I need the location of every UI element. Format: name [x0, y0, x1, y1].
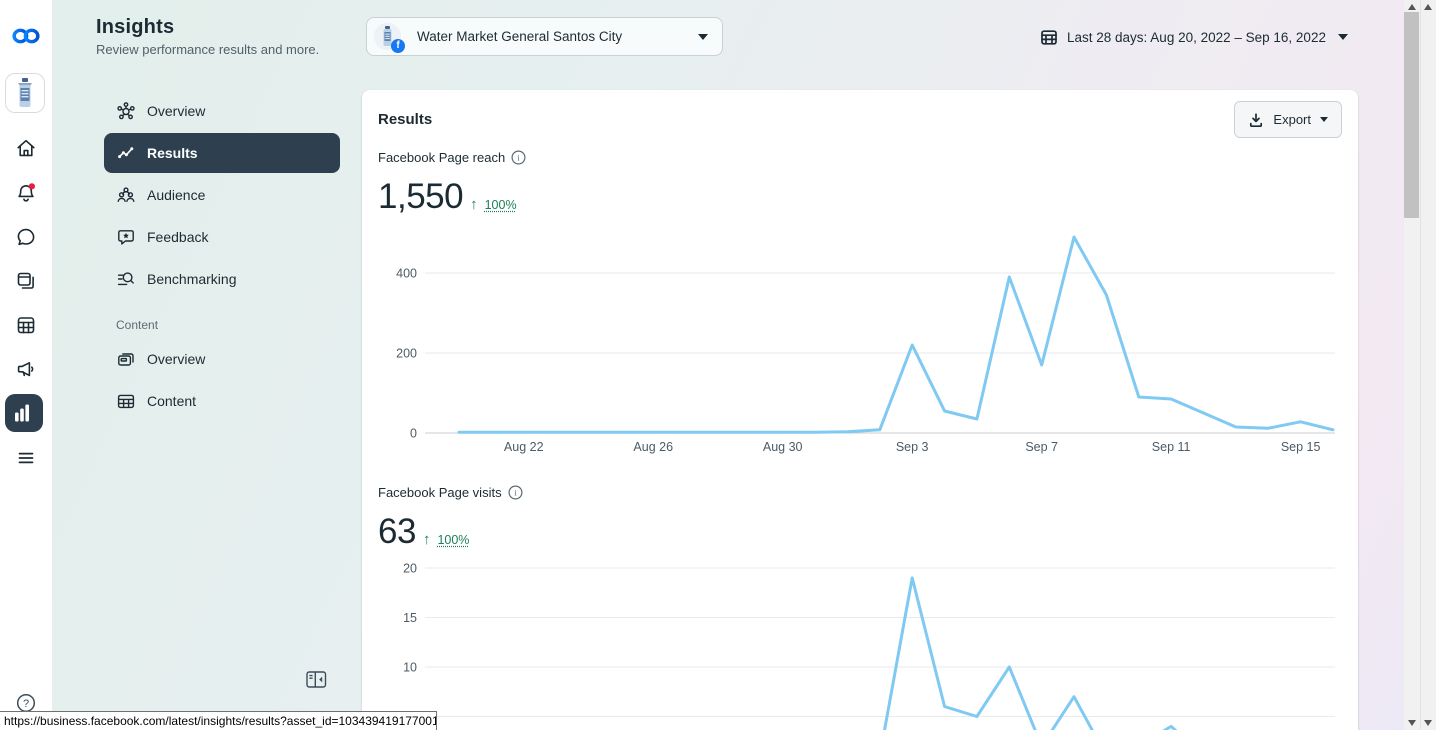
page-title: Insights [96, 16, 174, 39]
benchmarking-search-icon [116, 269, 136, 289]
results-card-title: Results [378, 111, 432, 128]
svg-text:20: 20 [403, 562, 417, 576]
metric-visits-label: Facebook Page visits i [378, 485, 523, 500]
svg-text:200: 200 [396, 347, 417, 361]
overview-network-icon [116, 101, 136, 121]
visits-total: 63 [378, 513, 416, 551]
sidebar-item-label: Feedback [147, 229, 208, 245]
date-range-picker[interactable]: Last 28 days: Aug 20, 2022 – Sep 16, 202… [1040, 24, 1348, 50]
svg-text:Aug 22: Aug 22 [504, 440, 544, 454]
svg-text:i: i [514, 488, 517, 498]
visits-change-link[interactable]: 100% [437, 530, 469, 551]
left-toolbar-rail: ? [0, 0, 52, 730]
date-range-label: Last 28 days: Aug 20, 2022 – Sep 16, 202… [1067, 30, 1326, 45]
export-label: Export [1273, 112, 1311, 127]
scroll-down-arrow[interactable] [1408, 720, 1416, 726]
sidebar-item-content-overview[interactable]: Overview [104, 339, 340, 379]
svg-text:Sep 7: Sep 7 [1025, 440, 1058, 454]
ads-megaphone-icon[interactable] [0, 349, 52, 389]
sidebar-item-label: Overview [147, 351, 205, 367]
page-visits-info-icon[interactable]: i [508, 485, 523, 500]
sidebar-item-label: Overview [147, 103, 205, 119]
page-selector-label: Water Market General Santos City [417, 29, 698, 44]
reach-total: 1,550 [378, 178, 463, 216]
trend-up-arrow-icon: ↑ [470, 194, 478, 216]
svg-text:15: 15 [403, 611, 417, 625]
sidebar-item-label: Benchmarking [147, 271, 237, 287]
messaging-chat-icon[interactable] [0, 217, 52, 257]
chevron-down-icon [1338, 34, 1348, 40]
svg-text:Sep 11: Sep 11 [1152, 440, 1191, 454]
svg-text:0: 0 [410, 427, 417, 441]
metric-reach-value: 1,550 ↑ 100% [378, 178, 517, 216]
svg-text:?: ? [23, 698, 29, 710]
insights-nav: Overview Results Audience [104, 91, 340, 423]
scroll-down-arrow[interactable] [1424, 720, 1432, 726]
page-avatar: f [374, 23, 401, 50]
page-reach-info-icon[interactable]: i [511, 150, 526, 165]
sidebar-item-label: Audience [147, 187, 205, 203]
inner-scrollbar-thumb[interactable] [1404, 12, 1419, 218]
sidebar-item-results[interactable]: Results [104, 133, 340, 173]
svg-text:Sep 15: Sep 15 [1281, 440, 1321, 454]
sidebar-item-audience[interactable]: Audience [104, 175, 340, 215]
scroll-up-arrow[interactable] [1408, 4, 1416, 10]
page-selector-dropdown[interactable]: f Water Market General Santos City [366, 17, 723, 56]
content-section-label: Content [116, 318, 340, 332]
metric-reach-label: Facebook Page reach i [378, 150, 526, 165]
home-icon[interactable] [0, 128, 52, 168]
sidebar-item-feedback[interactable]: Feedback [104, 217, 340, 257]
chevron-down-icon [1320, 117, 1328, 122]
page-reach-chart: 0 200 400 Aug 22 Aug 26 Aug 30 Sep 3 Sep 7 Sep 1… [362, 225, 1358, 460]
calendar-icon [1040, 28, 1058, 46]
sidebar-item-overview[interactable]: Overview [104, 91, 340, 131]
svg-text:Aug 26: Aug 26 [633, 440, 673, 454]
content-overview-cards-icon [116, 349, 136, 369]
svg-text:i: i [518, 153, 521, 163]
sidebar-item-label: Results [147, 145, 198, 161]
meta-logo [0, 16, 52, 56]
svg-text:10: 10 [403, 661, 417, 675]
sidebar-item-content[interactable]: Content [104, 381, 340, 421]
results-trend-icon [116, 143, 136, 163]
browser-status-url: https://business.facebook.com/latest/ins… [0, 711, 437, 730]
all-tools-menu-icon[interactable] [0, 438, 52, 478]
svg-text:400: 400 [396, 267, 417, 281]
collapse-sidebar-icon[interactable] [306, 671, 327, 688]
page-visits-chart: 5101520 [362, 555, 1358, 730]
business-avatar[interactable] [5, 73, 45, 113]
notifications-bell-icon[interactable] [0, 173, 52, 213]
notification-dot [29, 183, 35, 189]
scroll-up-arrow[interactable] [1424, 4, 1432, 10]
sidebar-item-benchmarking[interactable]: Benchmarking [104, 259, 340, 299]
metric-visits-value: 63 ↑ 100% [378, 513, 469, 551]
page-subtitle: Review performance results and more. [96, 42, 319, 57]
planner-calendar-icon[interactable] [0, 305, 52, 345]
svg-text:Sep 3: Sep 3 [896, 440, 929, 454]
results-card: Results Export Facebook Page reach i 1,5… [362, 90, 1358, 730]
sidebar-item-label: Content [147, 393, 196, 409]
svg-text:Aug 30: Aug 30 [763, 440, 803, 454]
reach-change-link[interactable]: 100% [485, 195, 517, 216]
audience-people-icon [116, 185, 136, 205]
posts-icon[interactable] [0, 261, 52, 301]
content-table-icon [116, 391, 136, 411]
trend-up-arrow-icon: ↑ [423, 529, 431, 551]
browser-scrollbar-track[interactable] [1420, 0, 1436, 730]
feedback-star-bubble-icon [116, 227, 136, 247]
chevron-down-icon [698, 34, 708, 40]
export-button[interactable]: Export [1234, 101, 1342, 138]
facebook-badge-icon: f [391, 39, 405, 53]
insights-bar-chart-icon[interactable] [5, 394, 43, 432]
download-icon [1248, 112, 1264, 128]
